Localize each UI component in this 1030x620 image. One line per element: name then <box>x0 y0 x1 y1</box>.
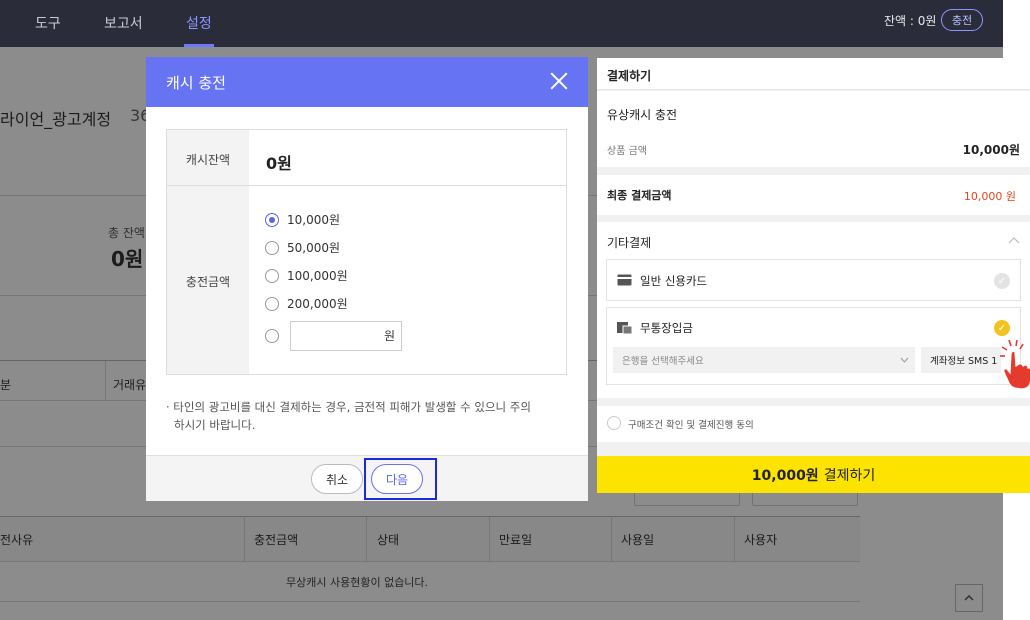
option-label: 50,000원 <box>287 241 341 255</box>
radio-button[interactable] <box>265 296 279 311</box>
nav-item-tools[interactable]: 도구 <box>35 13 61 33</box>
final-amount: 10,000 원 <box>963 190 1016 203</box>
modal-footer: 취소 다음 <box>146 455 588 501</box>
chevron-down-icon <box>900 357 909 363</box>
close-icon[interactable] <box>548 70 570 92</box>
amount-option-50000[interactable]: 50,000원 <box>265 239 340 256</box>
method-bank-label: 무통장입금 <box>640 321 693 335</box>
agree-checkbox[interactable] <box>607 416 621 430</box>
option-label: 200,000원 <box>287 297 348 311</box>
bank-transfer-icon <box>617 322 632 334</box>
radio-button[interactable] <box>265 240 279 255</box>
nav-item-settings[interactable]: 설정 <box>186 13 212 33</box>
radio-button[interactable] <box>265 329 279 343</box>
hand-pointer-icon <box>1000 339 1030 390</box>
amount-label: 충전금액 <box>185 275 231 289</box>
nav-balance: 잔액 : 0원 <box>884 14 937 28</box>
product-amount-label: 상품 금액 <box>607 146 647 157</box>
account-sms-label: 계좌정보 SMS 1 <box>930 356 998 367</box>
product-name: 유상캐시 충전 <box>607 108 678 122</box>
product-section: 유상캐시 충전 상품 금액 10,000원 <box>597 91 1030 167</box>
agree-section: 구매조건 확인 및 결제진행 동의 <box>597 406 1030 442</box>
amount-option-custom[interactable] <box>265 329 287 343</box>
payment-method-bank[interactable]: 무통장입금 ✓ <box>606 307 1021 385</box>
cash-charge-modal: 캐시 충전 캐시잔액 0원 충전금액 10,000원 50,000원 100,0… <box>146 57 588 501</box>
payment-header: 결제하기 <box>597 58 1030 90</box>
final-amount-section: 최종 결제금액 10,000 원 <box>597 175 1030 215</box>
account-sms-option[interactable]: 계좌정보 SMS 1 <box>921 347 1001 373</box>
option-label: 100,000원 <box>287 269 348 283</box>
row-divider <box>167 185 566 186</box>
payment-panel: 결제하기 유상캐시 충전 상품 금액 10,000원 최종 결제금액 10,00… <box>597 58 1030 493</box>
balance-value: 0원 <box>266 154 292 173</box>
notice-text: · 타인의 광고비를 대신 결제하는 경우, 금전적 피해가 발생할 수 있으니… <box>166 398 571 434</box>
pay-amount: 10,000원 <box>751 467 819 484</box>
radio-button[interactable] <box>265 212 279 227</box>
amount-option-100000[interactable]: 100,000원 <box>265 267 348 284</box>
modal-title: 캐시 충전 <box>166 73 226 92</box>
notice-line: · 타인의 광고비를 대신 결제하는 경우, 금전적 피해가 발생할 수 있으니… <box>166 400 531 414</box>
currency-unit: 원 <box>383 329 395 343</box>
amount-option-200000[interactable]: 200,000원 <box>265 295 348 312</box>
notice-line: 하시기 바랍니다. <box>174 418 256 432</box>
nav-item-reports[interactable]: 보고서 <box>104 13 143 33</box>
balance-label: 캐시잔액 <box>185 153 231 167</box>
next-button-highlight <box>364 458 437 500</box>
nav-charge-button[interactable]: 충전 <box>941 9 983 31</box>
modal-header: 캐시 충전 <box>146 57 588 107</box>
bank-select-placeholder: 은행을 선택해주세요 <box>622 356 704 367</box>
radio-button[interactable] <box>265 268 279 283</box>
top-navigation-bar: 도구 보고서 설정 잔액 : 0원 충전 <box>0 0 1003 47</box>
pay-button[interactable]: 10,000원 결제하기 <box>597 456 1030 493</box>
other-payment-label: 기타결제 <box>607 236 652 250</box>
amount-option-10000[interactable]: 10,000원 <box>265 211 340 228</box>
final-amount-label: 최종 결제금액 <box>607 189 672 202</box>
agree-label: 구매조건 확인 및 결제진행 동의 <box>628 420 754 431</box>
checked-icon: ✓ <box>994 320 1010 336</box>
custom-amount-input[interactable]: 원 <box>290 321 402 351</box>
chevron-up-icon[interactable] <box>1008 236 1020 244</box>
product-amount: 10,000원 <box>962 143 1020 157</box>
payment-method-card[interactable]: 일반 신용카드 ✓ <box>606 259 1021 301</box>
method-card-label: 일반 신용카드 <box>640 274 708 288</box>
cancel-button[interactable]: 취소 <box>311 464 363 494</box>
unchecked-icon: ✓ <box>994 273 1010 289</box>
bank-select[interactable]: 은행을 선택해주세요 <box>613 347 915 373</box>
payment-title: 결제하기 <box>607 69 652 83</box>
charge-form-table: 캐시잔액 0원 충전금액 10,000원 50,000원 100,000원 20… <box>166 129 567 375</box>
credit-card-icon <box>617 274 632 286</box>
option-label: 10,000원 <box>287 213 341 227</box>
pay-label: 결제하기 <box>823 467 876 484</box>
